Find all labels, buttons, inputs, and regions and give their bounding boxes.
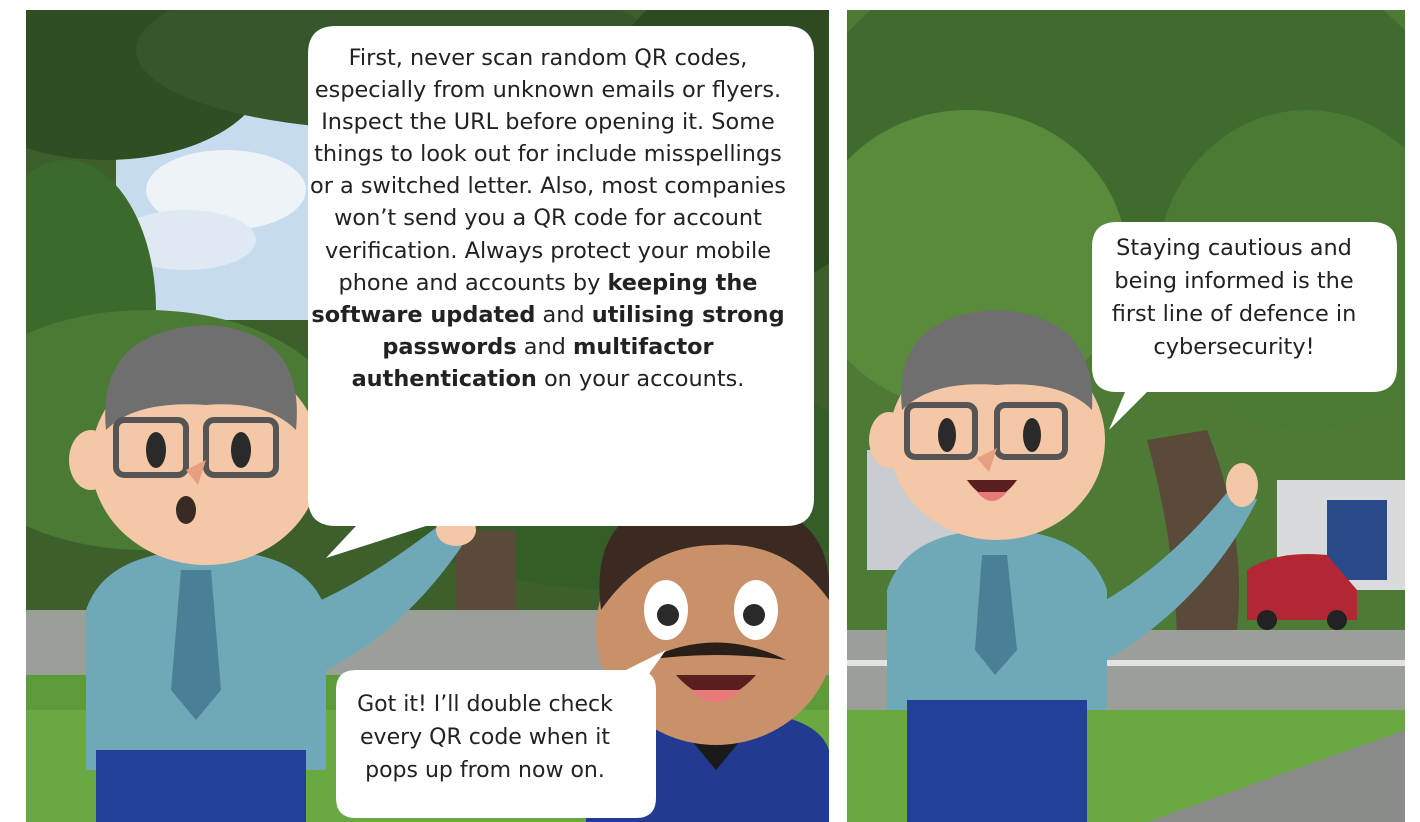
character-mouth xyxy=(176,496,196,524)
character-trousers xyxy=(907,700,1087,822)
bubble-intro: First, never scan random QR codes, espec… xyxy=(310,45,786,296)
bubble-outro: on your accounts. xyxy=(536,365,745,392)
comic-panel-2: Staying cautious and being informed is t… xyxy=(847,10,1405,822)
character-trousers xyxy=(96,750,306,822)
speech-bubble-main-text: First, never scan random QR codes, espec… xyxy=(308,42,788,395)
bubble-mid-1: and xyxy=(535,301,592,328)
panel-2-illustration xyxy=(847,10,1405,822)
comic-panel-1: First, never scan random QR codes, espec… xyxy=(26,10,829,822)
bubble-mid-2: and xyxy=(516,333,574,360)
speech-bubble-reply-text: Got it! I’ll double check every QR code … xyxy=(357,692,613,783)
speech-bubble-text: Staying cautious and being informed is t… xyxy=(1111,235,1357,360)
